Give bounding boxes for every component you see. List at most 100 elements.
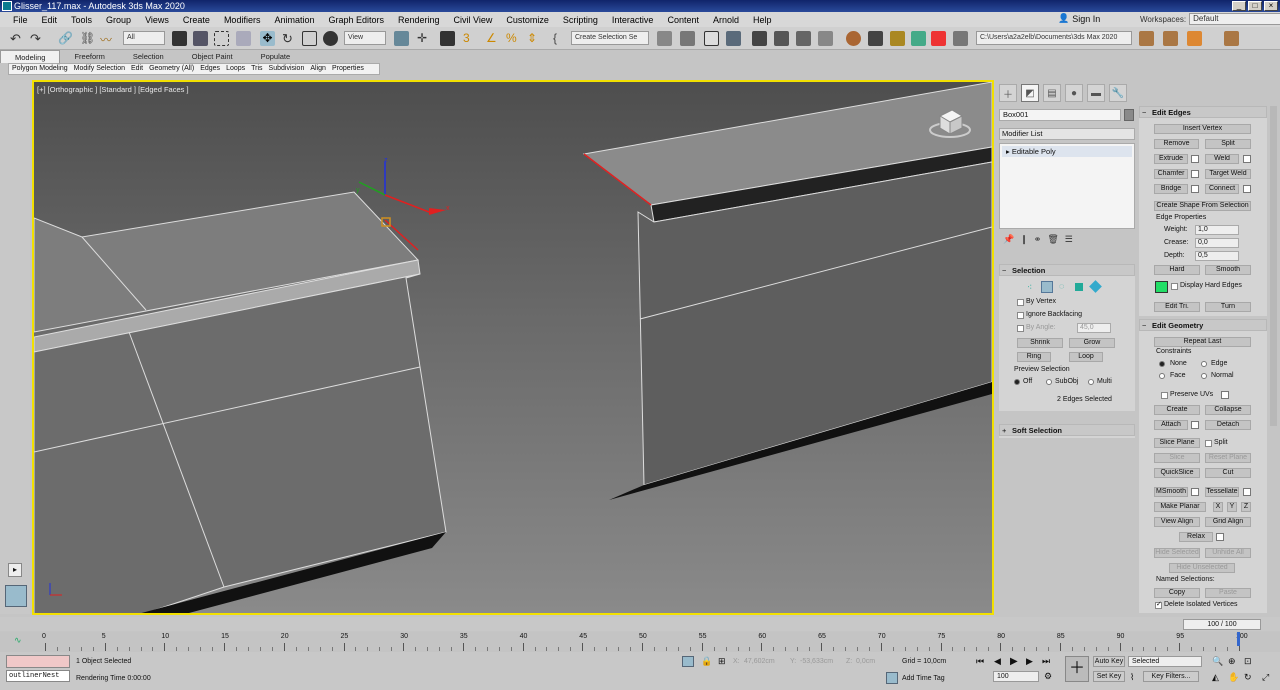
edit-tri-button[interactable]: Edit Tri. [1154,302,1200,312]
maxscript-mini-listener[interactable]: outlinerNest [6,670,70,682]
ribbon-edges[interactable]: Edges [197,64,223,74]
absolute-mode-icon[interactable]: ⊞ [718,656,726,667]
pan-icon[interactable]: ✋ [1228,672,1239,683]
redo-icon[interactable]: ↷ [30,31,45,46]
placement-icon[interactable] [323,31,338,46]
schematic-view-icon[interactable] [796,31,811,46]
menu-scripting[interactable]: Scripting [556,15,605,25]
grid-align-button[interactable]: Grid Align [1205,517,1251,527]
pivot-center-icon[interactable] [394,31,409,46]
set-key-mode-icon[interactable]: ＋ [1065,656,1089,682]
menu-views[interactable]: Views [138,15,176,25]
spinner-snap-icon[interactable]: ⇕ [527,31,542,46]
reference-coord-dropdown[interactable]: View [344,31,386,45]
extrude-button[interactable]: Extrude [1154,154,1188,164]
edit-edges-header[interactable]: − Edit Edges [1139,106,1267,118]
menu-arnold[interactable]: Arnold [706,15,746,25]
select-manipulate-icon[interactable]: ✛ [417,31,432,46]
preview-subobj-radio[interactable] [1046,379,1052,385]
menu-file[interactable]: File [6,15,35,25]
attach-settings-icon[interactable] [1191,421,1199,429]
command-panel-scrollbar[interactable] [1270,106,1277,426]
weight-spinner[interactable]: 1,0 [1195,225,1239,235]
render-icon[interactable] [890,31,905,46]
curve-editor-icon[interactable] [774,31,789,46]
view-align-button[interactable]: View Align [1154,517,1200,527]
isolate-selection-icon[interactable] [682,656,694,667]
planar-y-button[interactable]: Y [1227,502,1237,512]
object-name-field[interactable]: Box001 [999,109,1121,121]
tessellate-button[interactable]: Tessellate [1205,487,1239,497]
tab-modeling[interactable]: Modeling [0,50,61,63]
mirror-icon[interactable] [657,31,672,46]
window-crossing-icon[interactable] [236,31,251,46]
menu-animation[interactable]: Animation [267,15,321,25]
y-coord-field[interactable]: -53,633cm [800,658,833,665]
edit-named-selection-icon[interactable]: { [553,31,568,46]
configure-sets-icon[interactable]: ☰ [1065,234,1073,245]
menu-tools[interactable]: Tools [64,15,99,25]
time-slider[interactable]: 100 / 100 [1183,619,1261,630]
make-planar-button[interactable]: Make Planar [1154,502,1206,512]
connect-button[interactable]: Connect [1205,184,1239,194]
relax-settings-icon[interactable] [1216,533,1224,541]
maximize-viewport-icon[interactable]: ⤢ [1262,672,1269,683]
track-bar[interactable]: ∿ 0 5 10 15 20 25 30 35 40 45 50 55 60 65 70 75 80 85 90 95… [0,632,1280,652]
zoom-icon[interactable]: 🔍 [1212,656,1223,667]
cut-button[interactable]: Cut [1205,468,1251,478]
menu-customize[interactable]: Customize [499,15,556,25]
copy-button[interactable]: Copy [1154,588,1200,598]
ribbon-modify-selection[interactable]: Modify Selection [71,64,128,74]
minimize-button[interactable]: _ [1232,1,1246,11]
key-filters-button[interactable]: Key Filters... [1143,671,1199,682]
slice-button[interactable]: Slice [1154,453,1200,463]
chamfer-button[interactable]: Chamfer [1154,169,1188,179]
detach-button[interactable]: Detach [1205,420,1251,430]
maximize-button[interactable]: □ [1248,1,1262,11]
make-unique-icon[interactable]: ⚭ [1034,234,1042,245]
paste-button[interactable]: Paste [1205,588,1251,598]
remove-button[interactable]: Remove [1154,139,1199,149]
ribbon-align[interactable]: Align [307,64,329,74]
by-angle-checkbox[interactable] [1017,325,1024,332]
field-of-view-icon[interactable]: ◭ [1212,672,1219,683]
key-mode-icon[interactable]: ⌇ [1130,672,1134,683]
curve-editor-mini-icon[interactable]: ∿ [14,635,22,646]
create-tab-icon[interactable]: ＋ [999,84,1017,102]
loop-button[interactable]: Loop [1069,352,1103,362]
time-config-icon[interactable]: ⚙ [1044,671,1052,682]
grow-button[interactable]: Grow [1069,338,1115,348]
by-angle-spinner[interactable]: 45,0 [1077,323,1111,333]
planar-x-button[interactable]: X [1213,502,1223,512]
preview-multi-radio[interactable] [1088,379,1094,385]
menu-interactive[interactable]: Interactive [605,15,661,25]
play-icon[interactable]: ▶ [1010,656,1018,667]
project-extra-icon[interactable] [1224,31,1239,46]
menu-graph-editors[interactable]: Graph Editors [321,15,391,25]
vertex-mode-icon[interactable]: ⁖ [1027,282,1032,293]
tab-freeform[interactable]: Freeform [60,50,118,63]
time-tag-icon[interactable] [886,672,898,684]
edge-mode-icon[interactable] [1041,281,1053,293]
zoom-all-icon[interactable]: ⊕ [1228,656,1236,667]
workspaces-selector[interactable]: Workspaces: Default [1140,13,1280,25]
tab-populate[interactable]: Populate [247,50,305,63]
bind-space-warp-icon[interactable]: 〰 [100,31,115,47]
constraint-edge-radio[interactable] [1201,361,1207,367]
move-icon[interactable]: ✥ [260,31,275,46]
weld-button[interactable]: Weld [1205,154,1239,164]
preserve-uvs-checkbox[interactable] [1161,392,1168,399]
tab-selection[interactable]: Selection [119,50,178,63]
goto-end-icon[interactable]: ⏭ [1042,656,1050,667]
ribbon-polygon-modeling[interactable]: Polygon Modeling [9,64,71,74]
hard-edge-color-swatch[interactable] [1155,281,1168,293]
expand-layouts-button[interactable]: ▸ [8,563,22,577]
project-path-dropdown[interactable]: C:\Users\a2a2elb\Documents\3ds Max 2020 [976,31,1132,45]
viewport-orthographic[interactable]: x z y [+] [Orthographic ] [Standard ] [E… [32,80,994,615]
key-selection-dropdown[interactable]: Selected [1128,656,1202,667]
turn-button[interactable]: Turn [1205,302,1251,312]
percent-snap-icon[interactable]: % [506,31,521,46]
msmooth-settings-icon[interactable] [1191,488,1199,496]
close-button[interactable]: × [1264,1,1278,11]
zoom-extents-icon[interactable]: ⊡ [1244,656,1252,667]
